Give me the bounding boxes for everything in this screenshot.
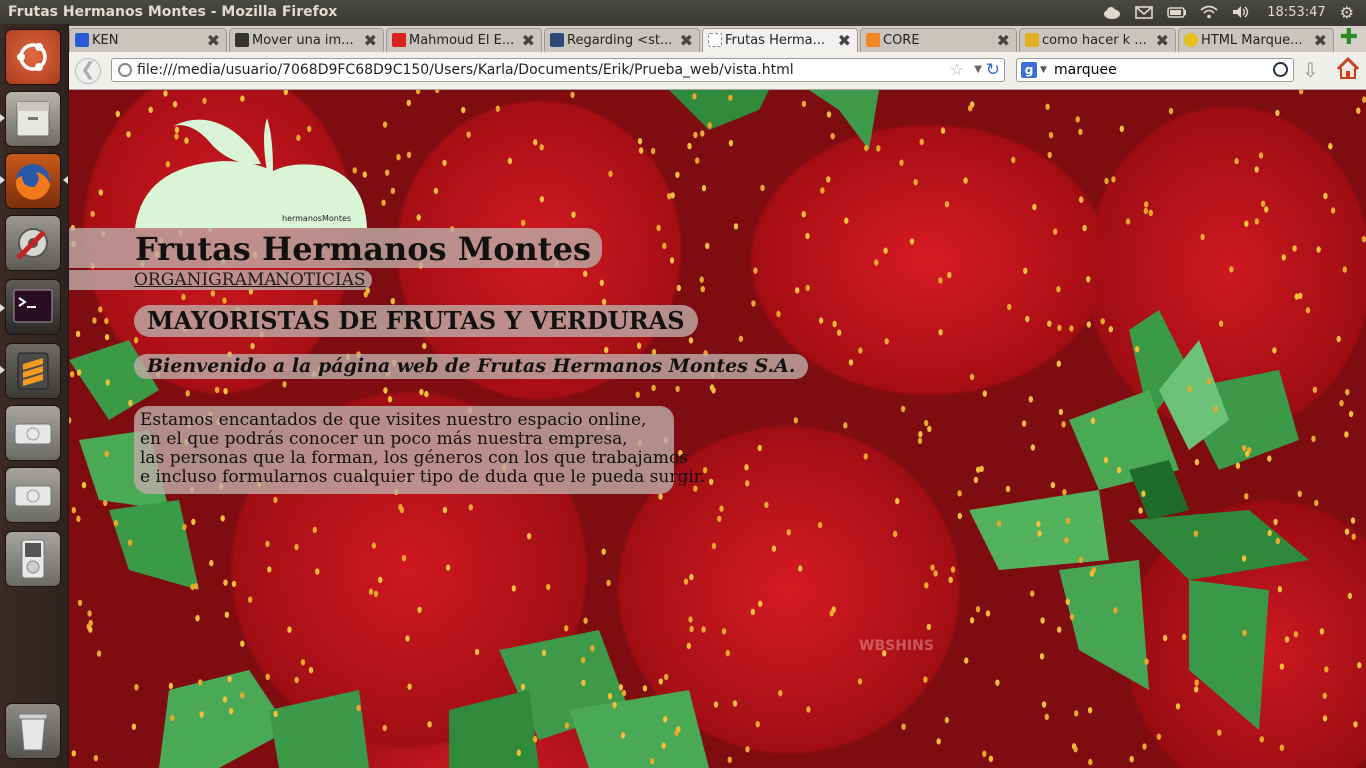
- window-title: Frutas Hermanos Montes - Mozilla Firefox: [8, 4, 338, 20]
- favicon-icon: [235, 33, 249, 47]
- favicon-icon: [550, 33, 564, 47]
- firefox-icon[interactable]: [6, 154, 60, 208]
- sublime-text-icon[interactable]: [6, 344, 60, 398]
- youtube-icon: [392, 33, 406, 47]
- tab-label: Regarding <st...: [567, 33, 673, 48]
- reload-icon[interactable]: ↻: [986, 60, 1000, 80]
- tab-regarding[interactable]: Regarding <st... ✖: [544, 28, 700, 52]
- files-icon[interactable]: [6, 92, 60, 146]
- heading-banner: MAYORISTAS DE FRUTAS Y VERDURAS: [134, 305, 698, 337]
- intro-line: Estamos encantados de que visites nuestr…: [140, 410, 647, 430]
- back-button[interactable]: ❮: [75, 58, 101, 84]
- favicon-icon: [75, 33, 89, 47]
- tab-label: CORE: [883, 33, 920, 48]
- nav-link-organigrama[interactable]: ORGANIGRAMA: [134, 270, 277, 290]
- apple-logo: [135, 118, 367, 228]
- tab-core[interactable]: CORE ✖: [860, 28, 1017, 52]
- tab-label: como hacer k ...: [1042, 33, 1147, 48]
- unity-launcher: [0, 24, 69, 768]
- battery-icon[interactable]: [1167, 5, 1187, 19]
- search-icon[interactable]: [1273, 62, 1288, 77]
- tab-label: HTML Marque...: [1201, 33, 1303, 48]
- close-tab-icon[interactable]: ✖: [680, 31, 693, 50]
- mail-icon[interactable]: [1135, 5, 1154, 19]
- google-icon[interactable]: g: [1021, 62, 1037, 78]
- url-text[interactable]: file:///media/usuario/7068D9FC68D9C150/U…: [137, 62, 794, 78]
- nav-link-noticias[interactable]: NOTICIAS: [275, 270, 366, 290]
- drive-icon-2[interactable]: [6, 468, 60, 522]
- cloud-icon[interactable]: [1103, 5, 1121, 19]
- bookmark-star-icon[interactable]: ☆: [950, 60, 964, 79]
- close-tab-icon[interactable]: ✖: [522, 31, 535, 50]
- tab-label: Frutas Herma...: [725, 33, 826, 48]
- favicon-icon: [1025, 33, 1039, 47]
- url-bar[interactable]: file:///media/usuario/7068D9FC68D9C150/U…: [111, 58, 1005, 82]
- welcome-banner: Bienvenido a la página web de Frutas Her…: [134, 354, 808, 379]
- close-tab-icon[interactable]: ✖: [364, 31, 377, 50]
- blank-page-icon: [708, 33, 722, 47]
- session-gear-icon[interactable]: ⚙: [1340, 3, 1354, 22]
- welcome-message: Bienvenido a la página web de Frutas Her…: [147, 355, 796, 377]
- intro-paragraph: Estamos encantados de que visites nuestr…: [140, 411, 705, 487]
- search-engine-dropdown-icon[interactable]: ▼: [1040, 65, 1047, 75]
- tab-como-hacer[interactable]: como hacer k ... ✖: [1019, 28, 1176, 52]
- system-tray: 18:53:47 ⚙: [1103, 3, 1366, 22]
- tab-bar: KEN ✖ Mover una im... ✖ Mahmoud El E... …: [69, 26, 1366, 52]
- site-nav: ORGANIGRAMA NOTICIAS: [69, 270, 372, 290]
- favicon-icon: [866, 33, 880, 47]
- top-panel: Frutas Hermanos Montes - Mozilla Firefox…: [0, 0, 1366, 24]
- close-tab-icon[interactable]: ✖: [838, 31, 851, 50]
- media-player-icon[interactable]: [6, 532, 60, 586]
- tab-mover-una-imagen[interactable]: Mover una im... ✖: [229, 28, 384, 52]
- watermark: WBSHINS: [859, 638, 934, 654]
- globe-icon: [118, 63, 132, 77]
- title-banner: Frutas Hermanos Montes: [69, 228, 602, 268]
- page-title: Frutas Hermanos Montes: [135, 230, 591, 268]
- favicon-icon: [1184, 33, 1198, 47]
- main-heading: MAYORISTAS DE FRUTAS Y VERDURAS: [147, 306, 685, 335]
- search-bar[interactable]: g ▼ marquee: [1016, 58, 1294, 82]
- tab-label: Mahmoud El E...: [409, 33, 515, 48]
- close-tab-icon[interactable]: ✖: [207, 31, 220, 50]
- intro-line: e incluso formularnos cualquier tipo de …: [140, 467, 706, 487]
- logo-caption: hermanosMontes: [282, 214, 352, 223]
- navigation-toolbar: ❮ file:///media/usuario/7068D9FC68D9C150…: [69, 52, 1366, 90]
- close-tab-icon[interactable]: ✖: [1314, 31, 1327, 50]
- new-tab-plus-icon[interactable]: ✚: [1338, 27, 1360, 50]
- tab-html-marquee[interactable]: HTML Marque... ✖: [1178, 28, 1334, 52]
- terminal-icon[interactable]: [6, 280, 60, 334]
- volume-icon[interactable]: [1231, 5, 1249, 19]
- trash-icon[interactable]: [6, 704, 60, 758]
- wifi-icon[interactable]: [1199, 5, 1218, 19]
- download-icon[interactable]: ⇩: [1302, 58, 1319, 82]
- tab-youtube[interactable]: Mahmoud El E... ✖: [386, 28, 542, 52]
- tab-frutas-hermanos[interactable]: Frutas Herma... ✖: [702, 28, 858, 52]
- ubuntu-dash-icon[interactable]: [6, 30, 60, 84]
- search-input[interactable]: marquee: [1054, 62, 1117, 78]
- drive-icon[interactable]: [6, 406, 60, 460]
- url-dropdown-icon[interactable]: ▼: [974, 64, 982, 75]
- close-tab-icon[interactable]: ✖: [997, 31, 1010, 50]
- intro-line: en el que podrás conocer un poco más nue…: [140, 429, 628, 449]
- tab-ken[interactable]: KEN ✖: [69, 28, 227, 52]
- page-content: hermanosMontes Frutas Hermanos Montes OR…: [69, 90, 1366, 768]
- intro-box: Estamos encantados de que visites nuestr…: [134, 406, 705, 494]
- close-tab-icon[interactable]: ✖: [1156, 31, 1169, 50]
- intro-line: las personas que la forman, los géneros …: [140, 448, 688, 468]
- system-settings-icon[interactable]: [6, 216, 60, 270]
- tab-label: Mover una im...: [252, 33, 354, 48]
- clock[interactable]: 18:53:47: [1267, 5, 1325, 20]
- tab-label: KEN: [92, 33, 119, 48]
- home-icon[interactable]: [1336, 56, 1360, 80]
